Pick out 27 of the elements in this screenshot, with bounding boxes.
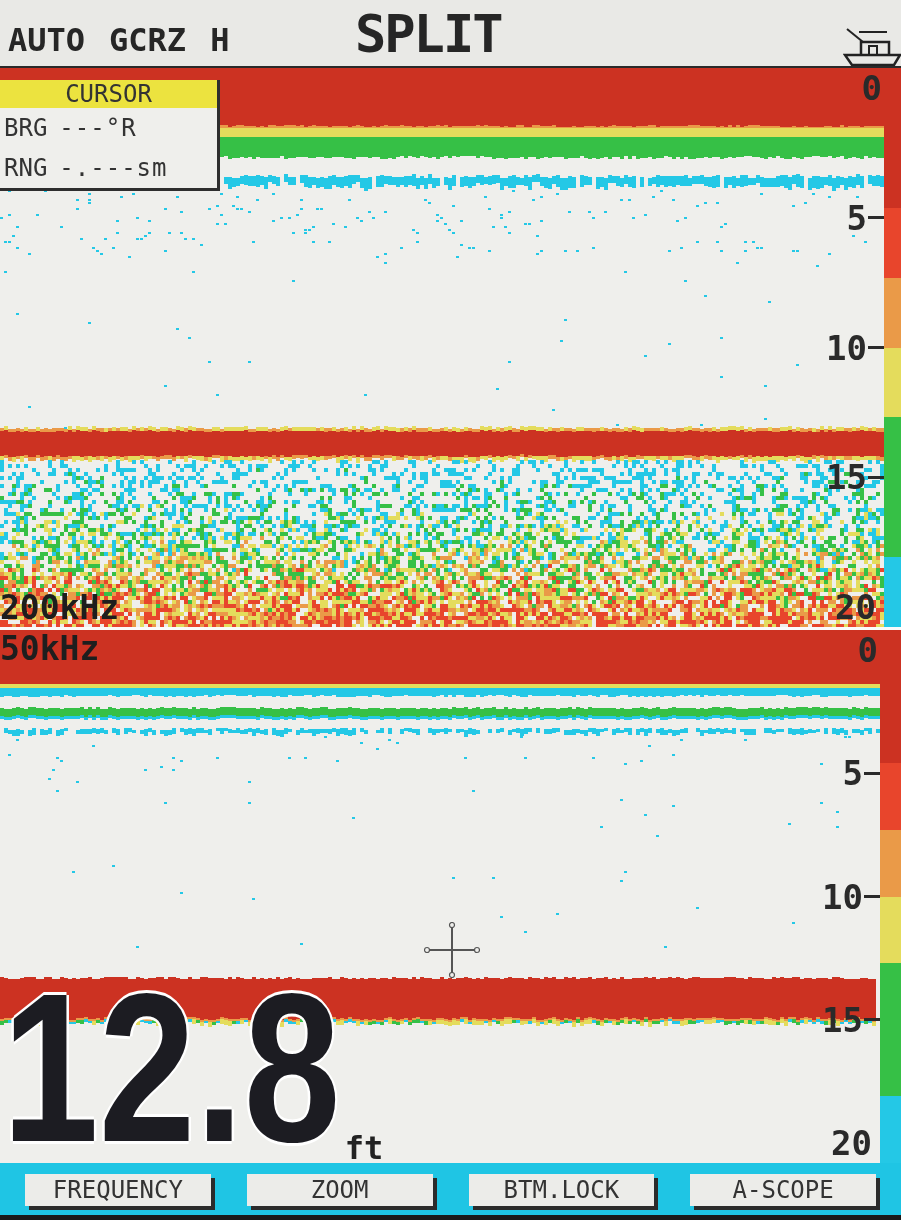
depth-scale-label: 0 — [857, 633, 878, 667]
status-indicator: H — [210, 24, 230, 56]
tick-mark — [864, 771, 880, 775]
tick-mark — [864, 1018, 880, 1022]
frequency-label: 50kHz — [0, 632, 100, 665]
depth-scale-label: 10 — [826, 330, 867, 365]
status-indicator: AUTO — [8, 24, 86, 56]
cursor-row-value: ---°R — [59, 116, 137, 140]
tick-mark — [864, 895, 880, 898]
cursor-row-label: RNG — [4, 156, 48, 180]
depth-scale-label: 15 — [822, 1002, 863, 1037]
status-indicator: GCRZ — [109, 24, 187, 56]
cursor-panel-title: CURSOR — [0, 80, 217, 108]
cursor-row-value: -.---sm — [59, 156, 168, 180]
cursor-row-label: BRG — [4, 116, 48, 140]
display-mode-title: SPLIT — [355, 6, 503, 60]
tick-mark — [868, 475, 884, 479]
depth-unit: ft — [344, 1132, 384, 1163]
tick-mark — [868, 216, 884, 220]
depth-scale-label: 20 — [831, 1126, 872, 1160]
depth-scale-label: 5 — [842, 756, 863, 791]
depth-reading: 12.8 — [2, 962, 341, 1163]
depth-scale-label: 5 — [846, 200, 867, 235]
depth-scale-label: 10 — [822, 879, 863, 914]
crosshair-cursor-icon — [424, 922, 480, 978]
depth-scale-label: 0 — [861, 71, 882, 105]
tick-mark — [868, 346, 884, 349]
